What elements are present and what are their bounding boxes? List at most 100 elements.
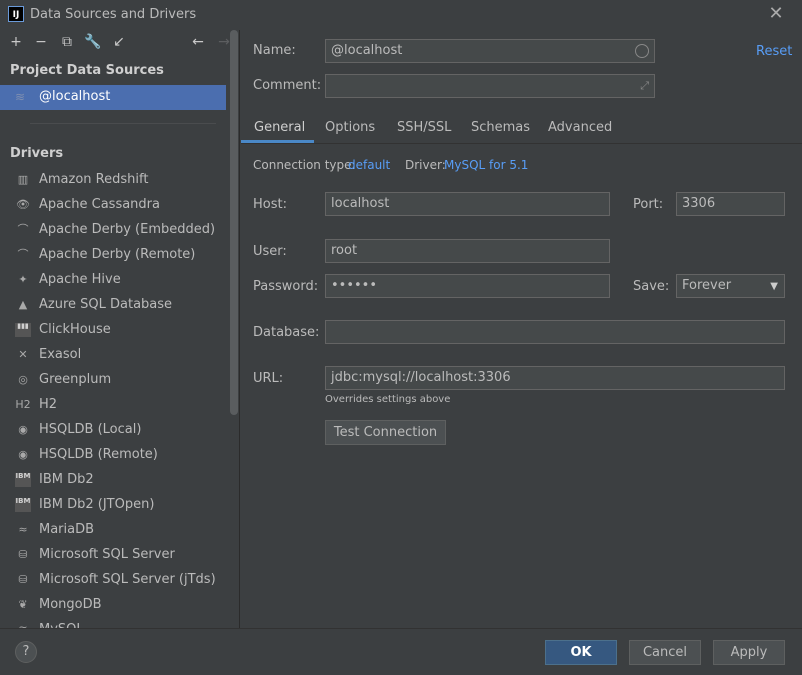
user-label: User: xyxy=(253,244,287,259)
host-input[interactable]: localhost xyxy=(325,192,610,216)
driver-label: MariaDB xyxy=(39,522,95,537)
sqlserver-icon: ⛁ xyxy=(18,548,28,561)
driver-label: Microsoft SQL Server (jTds) xyxy=(39,572,216,587)
hsqldb-icon: ◉ xyxy=(18,448,28,461)
tab-advanced[interactable]: Advanced xyxy=(548,120,612,135)
driver-label: IBM Db2 xyxy=(39,472,94,487)
cancel-button[interactable]: Cancel xyxy=(629,640,701,665)
apply-button[interactable]: Apply xyxy=(713,640,785,665)
driver-item[interactable]: ✕ Exasol xyxy=(0,343,228,368)
derby-icon: ⌒ xyxy=(17,248,29,261)
database-label: Database: xyxy=(253,325,320,340)
close-icon[interactable]: ✕ xyxy=(766,4,786,24)
driver-item[interactable]: ▮▮▮ ClickHouse xyxy=(0,318,228,343)
driver-item[interactable]: ≈ MariaDB xyxy=(0,518,228,543)
driver-label: Apache Hive xyxy=(39,272,121,287)
wrench-icon[interactable]: 🔧 xyxy=(84,33,102,51)
driver-item[interactable]: ◎ Greenplum xyxy=(0,368,228,393)
mysql-icon: ≋ xyxy=(15,90,26,104)
h2-icon: H2 xyxy=(15,398,31,411)
url-hint: Overrides settings above xyxy=(325,394,451,405)
driver-label: H2 xyxy=(39,397,58,412)
intellij-app-icon: IJ xyxy=(8,6,24,22)
url-input[interactable]: jdbc:mysql://localhost:3306 xyxy=(325,366,785,390)
cassandra-icon: 👁 xyxy=(16,198,30,211)
save-label: Save: xyxy=(633,279,670,294)
driver-item[interactable]: ⛁ Microsoft SQL Server xyxy=(0,543,228,568)
save-select-value: Forever xyxy=(682,278,732,293)
remove-icon[interactable]: − xyxy=(32,33,50,51)
port-input[interactable]: 3306 xyxy=(676,192,785,216)
reset-link[interactable]: Reset xyxy=(756,44,792,59)
import-icon[interactable]: ↙ xyxy=(110,33,128,51)
save-select[interactable]: Forever ▼ xyxy=(676,274,785,298)
driver-label: Microsoft SQL Server xyxy=(39,547,175,562)
host-label: Host: xyxy=(253,197,287,212)
driver-label: Apache Cassandra xyxy=(39,197,160,212)
expand-icon[interactable]: ⤢ xyxy=(640,79,649,93)
derby-icon: ⌒ xyxy=(17,223,29,236)
exasol-icon: ✕ xyxy=(18,348,28,361)
comment-field[interactable]: ⤢ xyxy=(325,74,655,98)
driver-label: Azure SQL Database xyxy=(39,297,173,312)
tab-general[interactable]: General xyxy=(254,120,305,135)
driver-link[interactable]: MySQL for 5.1 xyxy=(444,158,528,172)
driver-item[interactable]: ⛁ Microsoft SQL Server (jTds) xyxy=(0,568,228,593)
driver-item[interactable]: ⌒ Apache Derby (Embedded) xyxy=(0,218,228,243)
add-icon[interactable]: + xyxy=(7,33,25,51)
connection-type-link[interactable]: default xyxy=(348,158,390,172)
tab-ssh-ssl[interactable]: SSH/SSL xyxy=(397,120,451,135)
driver-item[interactable]: IBM IBM Db2 xyxy=(0,468,228,493)
driver-item[interactable]: ▥ Amazon Redshift xyxy=(0,168,228,193)
data-sources-sidebar: + − ⧉ 🔧 ↙ ← → Project Data Sources ≋ @lo… xyxy=(0,30,240,628)
url-label: URL: xyxy=(253,371,284,386)
name-field[interactable]: @localhost xyxy=(325,39,655,63)
ok-button[interactable]: OK xyxy=(545,640,617,665)
driver-label: Exasol xyxy=(39,347,82,362)
data-source-item-localhost[interactable]: ≋ @localhost xyxy=(0,85,226,110)
back-arrow-icon[interactable]: ← xyxy=(189,33,207,51)
db2-icon: IBM xyxy=(15,473,31,487)
driver-item[interactable]: ▲ Azure SQL Database xyxy=(0,293,228,318)
driver-label: HSQLDB (Local) xyxy=(39,422,142,437)
divider xyxy=(30,123,216,124)
database-input[interactable] xyxy=(325,320,785,344)
tab-schemas[interactable]: Schemas xyxy=(471,120,530,135)
driver-label: Amazon Redshift xyxy=(39,172,149,187)
redshift-icon: ▥ xyxy=(17,173,29,186)
driver-label: HSQLDB (Remote) xyxy=(39,447,158,462)
driver-item[interactable]: ◉ HSQLDB (Remote) xyxy=(0,443,228,468)
help-button[interactable]: ? xyxy=(15,641,37,663)
user-input[interactable]: root xyxy=(325,239,610,263)
sidebar-toolbar: + − ⧉ 🔧 ↙ ← → xyxy=(0,30,239,56)
driver-label: ClickHouse xyxy=(39,322,111,337)
drivers-heading: Drivers xyxy=(10,146,64,161)
tab-options[interactable]: Options xyxy=(325,120,375,135)
title-bar: IJ Data Sources and Drivers ✕ xyxy=(0,0,802,30)
name-value: @localhost xyxy=(331,43,403,58)
comment-label: Comment: xyxy=(253,78,322,93)
db2-icon: IBM xyxy=(15,498,31,512)
password-input[interactable]: •••••• xyxy=(325,274,610,298)
driver-item[interactable]: ≋MySQL xyxy=(0,618,228,628)
mariadb-icon: ≈ xyxy=(18,523,28,536)
password-label: Password: xyxy=(253,279,319,294)
connection-type-label: Connection type: xyxy=(253,158,356,172)
copy-icon[interactable]: ⧉ xyxy=(58,33,76,51)
project-data-sources-heading: Project Data Sources xyxy=(10,63,164,78)
driver-item[interactable]: IBM IBM Db2 (JTOpen) xyxy=(0,493,228,518)
driver-item[interactable]: ✦ Apache Hive xyxy=(0,268,228,293)
test-connection-button[interactable]: Test Connection xyxy=(325,420,446,445)
color-circle-icon[interactable] xyxy=(635,44,649,58)
sidebar-scrollbar[interactable] xyxy=(230,30,238,415)
chevron-down-icon: ▼ xyxy=(770,281,778,292)
active-tab-indicator xyxy=(241,140,314,143)
greenplum-icon: ◎ xyxy=(18,373,28,386)
driver-item[interactable]: ◉ HSQLDB (Local) xyxy=(0,418,228,443)
data-source-label: @localhost xyxy=(39,89,111,104)
driver-item[interactable]: ❦ MongoDB xyxy=(0,593,228,618)
driver-item[interactable]: 👁 Apache Cassandra xyxy=(0,193,228,218)
driver-item[interactable]: H2 H2 xyxy=(0,393,228,418)
driver-item[interactable]: ⌒ Apache Derby (Remote) xyxy=(0,243,228,268)
driver-label: MongoDB xyxy=(39,597,102,612)
